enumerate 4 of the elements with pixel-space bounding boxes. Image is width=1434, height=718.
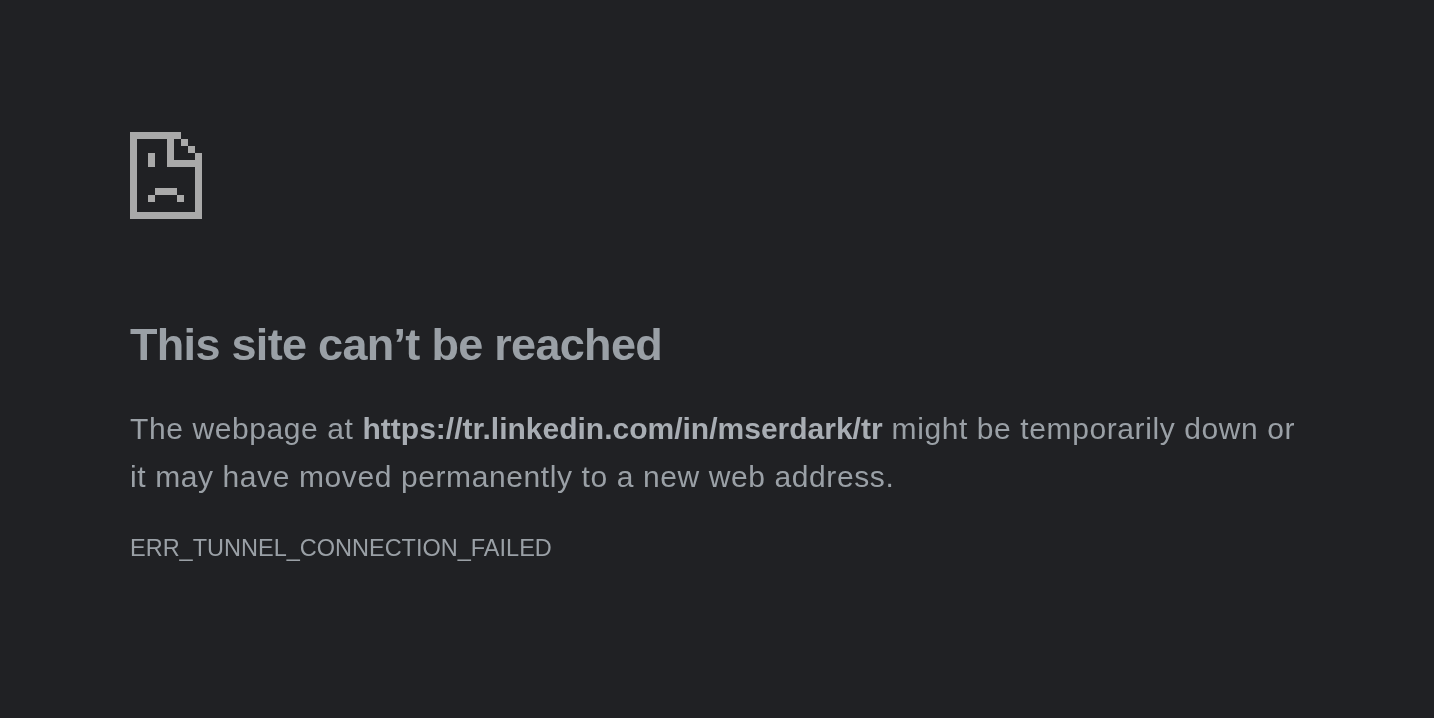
error-description: The webpage at https://tr.linkedin.com/in/mserdark/tr might be temporarily down or it may have moved permanently to a new web address. bbox=[130, 411, 1297, 495]
error-heading: This site can’t be reached bbox=[130, 318, 662, 372]
error-code: ERR_TUNNEL_CONNECTION_FAILED bbox=[130, 534, 552, 563]
sad-page-icon bbox=[130, 132, 202, 219]
